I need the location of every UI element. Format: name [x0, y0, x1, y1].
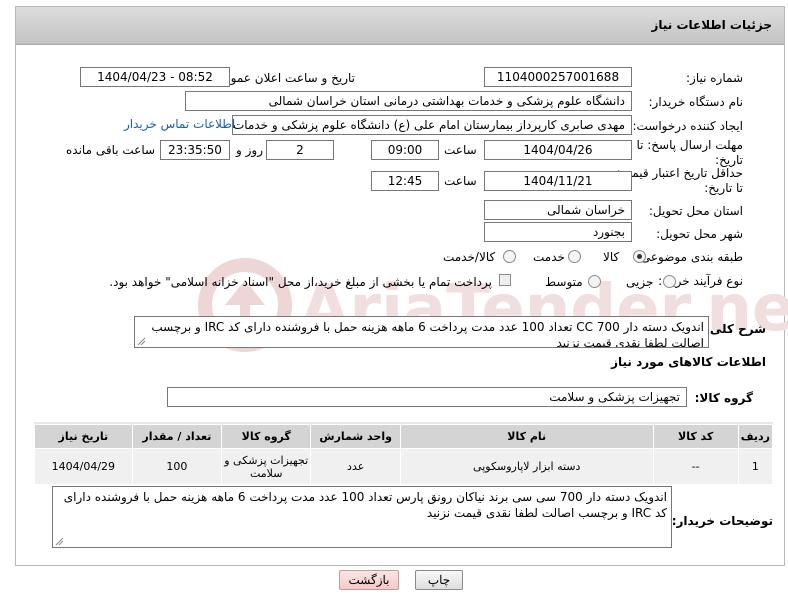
cell-row: 1 — [737, 448, 774, 485]
price-validity-label: حداقل تاریخ اعتبار قیمت: تا تاریخ: — [616, 166, 743, 195]
treasury-payment-note: پرداخت تمام یا بخشی از مبلغ خرید،از محل … — [109, 275, 492, 289]
price-date-field: 1404/11/21 — [484, 171, 632, 191]
buyer-label: نام دستگاه خریدار: — [648, 95, 744, 109]
table-row[interactable]: 1 -- دسته ابزار لاپاروسکوپی عدد تجهیزات … — [34, 448, 774, 485]
province-field: خراسان شمالی — [484, 200, 632, 220]
col-name: نام کالا — [399, 424, 654, 449]
buyer-contact-link[interactable]: اطلاعات تماس خریدار — [124, 117, 235, 131]
buyer-field: دانشگاه علوم پزشکی و خدمات بهداشتی درمان… — [185, 91, 632, 111]
category-option-service: خدمت — [533, 250, 565, 264]
table-header-row: ردیف کد کالا نام کالا واحد شمارش گروه کا… — [34, 424, 774, 449]
description-text: اندویک دسته دار CC 700 تعداد 100 عدد مدت… — [151, 320, 704, 348]
resize-grip-icon[interactable] — [55, 537, 64, 546]
goods-group-label: گروه کالا: — [694, 391, 753, 405]
process-radio-minor[interactable] — [663, 275, 676, 288]
category-option-goods-service: کالا/خدمت — [443, 250, 496, 264]
cell-quantity: 100 — [131, 448, 223, 485]
resize-grip-icon[interactable] — [137, 337, 146, 346]
reply-deadline-label: مهلت ارسال پاسخ: تا تاریخ: — [636, 138, 743, 167]
category-radio-goods-service[interactable] — [503, 250, 516, 263]
page-title: جزئیات اطلاعات نیاز — [651, 18, 772, 32]
remaining-label: ساعت باقی مانده — [66, 143, 156, 157]
days-label: روز و — [236, 143, 263, 157]
need-number-label: شماره نیاز: — [686, 71, 743, 85]
remaining-time-field: 23:35:50 — [160, 140, 230, 160]
goods-section-title: اطلاعات کالاهای مورد نیاز — [611, 355, 766, 369]
description-textarea[interactable]: اندویک دسته دار CC 700 تعداد 100 عدد مدت… — [134, 316, 709, 348]
col-row: ردیف — [737, 424, 774, 449]
process-option-medium: متوسط — [545, 275, 583, 289]
goods-group-field: تجهیزات پزشکی و سلامت — [167, 387, 687, 407]
category-radio-service[interactable] — [568, 250, 581, 263]
cell-code: -- — [652, 448, 739, 485]
category-label: طبقه بندی موضوعی: — [636, 250, 743, 264]
price-time-label: ساعت — [444, 174, 477, 188]
category-radio-goods[interactable] — [633, 250, 646, 263]
col-unit: واحد شمارش — [310, 424, 401, 449]
panel-header: جزئیات اطلاعات نیاز — [16, 7, 784, 45]
price-time-field: 12:45 — [371, 171, 439, 191]
col-quantity: تعداد / مقدار — [131, 424, 223, 449]
col-code: کد کالا — [652, 424, 739, 449]
days-field: 2 — [266, 140, 334, 160]
creator-field: مهدی صابری کارپرداز بیمارستان امام علی (… — [232, 115, 632, 135]
col-group: گروه کالا — [221, 424, 312, 449]
buyer-notes-textarea[interactable]: اندویک دسته دار 700 سی سی برند نیاکان رو… — [52, 486, 672, 548]
process-radio-medium[interactable] — [588, 275, 601, 288]
announce-label: تاریخ و ساعت اعلان عمومی: — [210, 71, 355, 85]
province-label: استان محل تحویل: — [648, 204, 743, 218]
cell-unit: عدد — [310, 448, 401, 485]
process-option-minor: جزیی — [626, 275, 654, 289]
col-need-date: تاریخ نیاز — [34, 424, 133, 449]
treasury-payment-checkbox[interactable] — [499, 274, 511, 286]
reply-time-field: 09:00 — [371, 140, 439, 160]
cell-name: دسته ابزار لاپاروسکوپی — [399, 448, 654, 485]
print-button[interactable]: چاپ — [415, 570, 463, 590]
back-button[interactable]: بازگشت — [339, 570, 399, 590]
creator-label: ایجاد کننده درخواست: — [632, 119, 743, 133]
buyer-notes-label: توضیحات خریدار: — [671, 514, 773, 528]
category-option-goods: کالا — [603, 250, 620, 264]
reply-time-label: ساعت — [444, 143, 477, 157]
cell-need-date: 1404/04/29 — [34, 448, 133, 485]
city-label: شهر محل تحویل: — [656, 227, 743, 241]
announce-field: 1404/04/23 - 08:52 — [80, 67, 230, 87]
cell-group: تجهیزات پزشکی و سلامت — [221, 448, 312, 485]
city-field: بجنورد — [484, 222, 632, 242]
goods-table: ردیف کد کالا نام کالا واحد شمارش گروه کا… — [34, 424, 774, 485]
reply-date-field: 1404/04/26 — [484, 140, 632, 160]
buyer-notes-text: اندویک دسته دار 700 سی سی برند نیاکان رو… — [63, 490, 667, 520]
need-number-field: 1104000257001688 — [484, 67, 632, 87]
